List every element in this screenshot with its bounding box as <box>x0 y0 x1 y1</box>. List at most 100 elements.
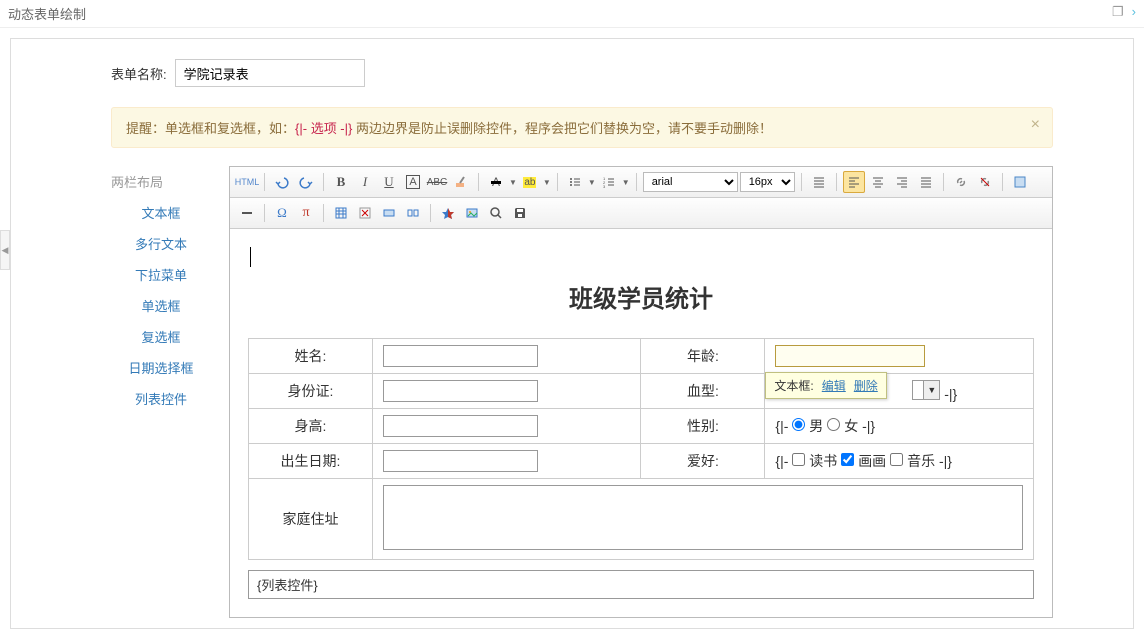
backcolor-dropdown-icon[interactable]: ▼ <box>543 178 551 187</box>
toolbar-row1: HTML B I U A ABC A ▼ ab ▼ ▼ 123 <box>230 167 1052 198</box>
emotion-icon[interactable] <box>437 202 459 224</box>
alert-prefix: 提醒： <box>126 121 165 136</box>
fontborder-icon[interactable]: A <box>402 171 424 193</box>
underline-icon[interactable]: U <box>378 171 400 193</box>
table-delete-icon[interactable] <box>354 202 376 224</box>
justify-right-icon[interactable] <box>891 171 913 193</box>
label-name: 姓名: <box>249 339 373 374</box>
backcolor-icon[interactable]: ab <box>519 171 541 193</box>
label-height: 身高: <box>249 409 373 444</box>
collapse-handle[interactable]: ◀ <box>0 230 10 270</box>
tooltip-edit-link[interactable]: 编辑 <box>822 377 846 394</box>
alert-text1: 单选框和复选框，如： <box>165 121 295 136</box>
tooltip-label: 文本框: <box>774 377 813 394</box>
list-control-placeholder[interactable]: {列表控件} <box>248 570 1034 599</box>
alert-text2: 两边边界是防止误删除控件，程序会把它们替换为空，请不要手动删除！ <box>352 121 772 136</box>
editor-area: HTML B I U A ABC A ▼ ab ▼ ▼ 123 <box>229 166 1053 618</box>
alert-close-icon[interactable]: × <box>1031 116 1040 134</box>
table-row: 身份证: 血型: {|- ▼ -|} 文本框: 编辑 <box>249 374 1034 409</box>
sidebar-item-multiline[interactable]: 多行文本 <box>111 228 211 259</box>
save-icon[interactable] <box>509 202 531 224</box>
sidebar-item-radio[interactable]: 单选框 <box>111 290 211 321</box>
hr-icon[interactable] <box>236 202 258 224</box>
gender-radio-male[interactable] <box>792 418 805 431</box>
blood-suffix: -|} <box>944 386 957 402</box>
hobby-checkbox-paint[interactable] <box>841 453 854 466</box>
cell-hobby: {|- 读书 画画 音乐 -|} <box>765 444 1034 479</box>
window-detach-icon[interactable]: ❐ <box>1112 4 1124 23</box>
font-size-select[interactable]: 16px <box>740 172 795 192</box>
justify-default-icon[interactable] <box>808 171 830 193</box>
ul-dropdown-icon[interactable]: ▼ <box>588 178 596 187</box>
forecolor-icon[interactable]: A <box>485 171 507 193</box>
justify-left-icon[interactable] <box>843 171 865 193</box>
label-hobby: 爱好: <box>641 444 765 479</box>
cell-name-input <box>372 339 641 374</box>
alert-code: {|- 选项 -|} <box>295 121 352 136</box>
sidebar-item-dropdown[interactable]: 下拉菜单 <box>111 259 211 290</box>
pi-icon[interactable]: π <box>295 202 317 224</box>
undo-icon[interactable] <box>271 171 293 193</box>
address-textarea[interactable] <box>383 485 1023 550</box>
gender-radio-female[interactable] <box>827 418 840 431</box>
height-input[interactable] <box>383 415 538 437</box>
sidebar-item-list[interactable]: 列表控件 <box>111 383 211 414</box>
hobby-checkbox-read[interactable] <box>792 453 805 466</box>
table-row: 出生日期: 爱好: {|- 读书 画画 音乐 -|} <box>249 444 1034 479</box>
removeformat-icon[interactable] <box>450 171 472 193</box>
sidebar: 两栏布局 文本框 多行文本 下拉菜单 单选框 复选框 日期选择框 列表控件 <box>111 166 211 618</box>
idcard-input[interactable] <box>383 380 538 402</box>
specialchar-icon[interactable]: Ω <box>271 202 293 224</box>
fullscreen-icon[interactable] <box>1009 171 1031 193</box>
font-family-select[interactable]: arial <box>643 172 738 192</box>
tooltip-delete-link[interactable]: 删除 <box>854 377 878 394</box>
table-row: 姓名: 年龄: <box>249 339 1034 374</box>
birth-input[interactable] <box>383 450 538 472</box>
source-button[interactable]: HTML <box>236 171 258 193</box>
main-container: 表单名称: × 提醒：单选框和复选框，如：{|- 选项 -|} 两边边界是防止误… <box>10 38 1134 629</box>
cell-gender: {|- 男 女 -|} <box>765 409 1034 444</box>
unlink-icon[interactable] <box>974 171 996 193</box>
cell-age-input <box>765 339 1034 374</box>
forecolor-dropdown-icon[interactable]: ▼ <box>509 178 517 187</box>
justify-full-icon[interactable] <box>915 171 937 193</box>
form-name-label: 表单名称: <box>111 64 167 83</box>
label-age: 年龄: <box>641 339 765 374</box>
sidebar-item-textbox[interactable]: 文本框 <box>111 197 211 228</box>
italic-icon[interactable]: I <box>354 171 376 193</box>
split-cells-icon[interactable] <box>402 202 424 224</box>
link-icon[interactable] <box>950 171 972 193</box>
tooltip-textbox: 文本框: 编辑 删除 <box>765 372 886 399</box>
sidebar-title: 两栏布局 <box>111 166 211 197</box>
table-icon[interactable] <box>330 202 352 224</box>
redo-icon[interactable] <box>295 171 317 193</box>
label-birth: 出生日期: <box>249 444 373 479</box>
strikethrough-icon[interactable]: ABC <box>426 171 448 193</box>
justify-center-icon[interactable] <box>867 171 889 193</box>
window-refresh-icon[interactable]: › <box>1132 4 1136 23</box>
page-title: 动态表单绘制 <box>8 4 86 23</box>
name-input[interactable] <box>383 345 538 367</box>
merge-cells-icon[interactable] <box>378 202 400 224</box>
hobby-checkbox-music[interactable] <box>890 453 903 466</box>
toolbar-row2: Ω π <box>230 198 1052 229</box>
table-row: 家庭住址 <box>249 479 1034 560</box>
blood-select[interactable]: ▼ <box>912 380 940 400</box>
unordered-list-icon[interactable] <box>564 171 586 193</box>
ordered-list-icon[interactable]: 123 <box>598 171 620 193</box>
label-address: 家庭住址 <box>249 479 373 560</box>
bold-icon[interactable]: B <box>330 171 352 193</box>
form-table: 姓名: 年龄: 身份证: 血型: {|- <box>248 338 1034 560</box>
age-input[interactable] <box>775 345 925 367</box>
ol-dropdown-icon[interactable]: ▼ <box>622 178 630 187</box>
image-icon[interactable] <box>461 202 483 224</box>
content-title: 班级学员统计 <box>248 279 1034 314</box>
alert-box: × 提醒：单选框和复选框，如：{|- 选项 -|} 两边边界是防止误删除控件，程… <box>111 107 1053 148</box>
sidebar-item-datepicker[interactable]: 日期选择框 <box>111 352 211 383</box>
label-gender: 性别: <box>641 409 765 444</box>
form-name-input[interactable] <box>175 59 365 87</box>
editor-content[interactable]: 班级学员统计 姓名: 年龄: 身份证: 血型: <box>230 229 1052 617</box>
label-idcard: 身份证: <box>249 374 373 409</box>
sidebar-item-checkbox[interactable]: 复选框 <box>111 321 211 352</box>
search-icon[interactable] <box>485 202 507 224</box>
